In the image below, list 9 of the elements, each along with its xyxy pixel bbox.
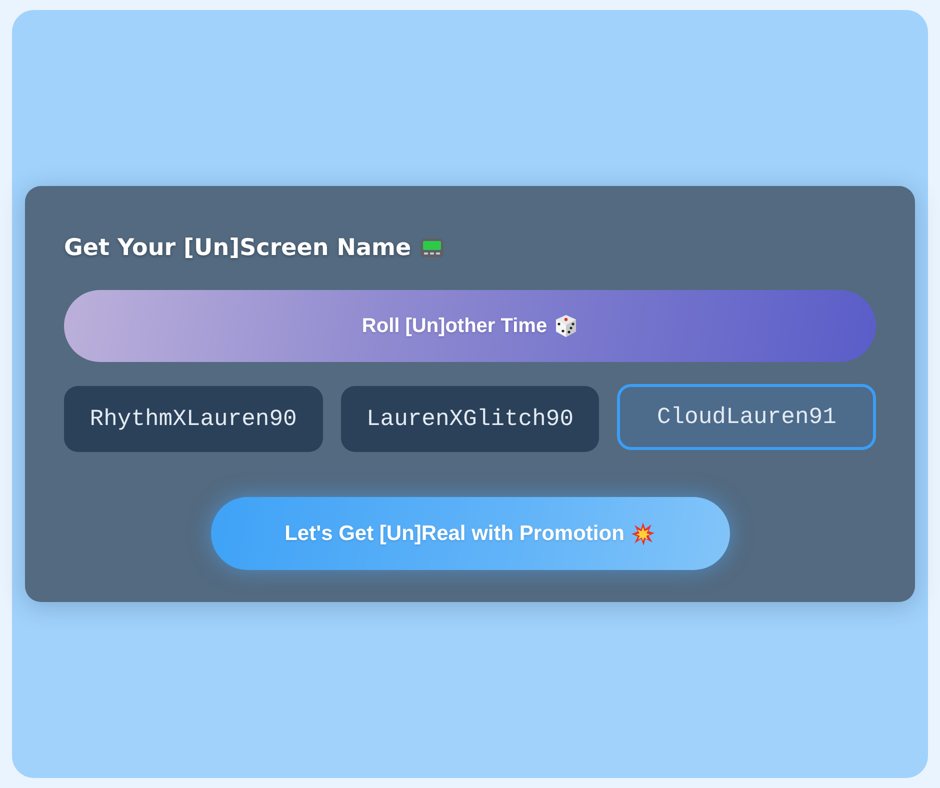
panel-title: Get Your [Un]Screen Name xyxy=(64,234,412,263)
pager-icon xyxy=(420,238,444,258)
dice-icon xyxy=(554,314,578,338)
name-option[interactable]: RhythmXLauren90 xyxy=(64,386,323,452)
promotion-button[interactable]: Let's Get [Un]Real with Promotion xyxy=(210,497,730,570)
explosion-icon xyxy=(631,522,656,546)
roll-button[interactable]: Roll [Un]other Time xyxy=(64,290,876,362)
name-option[interactable]: LaurenXGlitch90 xyxy=(340,386,600,452)
name-option[interactable]: CloudLauren91 xyxy=(617,384,876,450)
